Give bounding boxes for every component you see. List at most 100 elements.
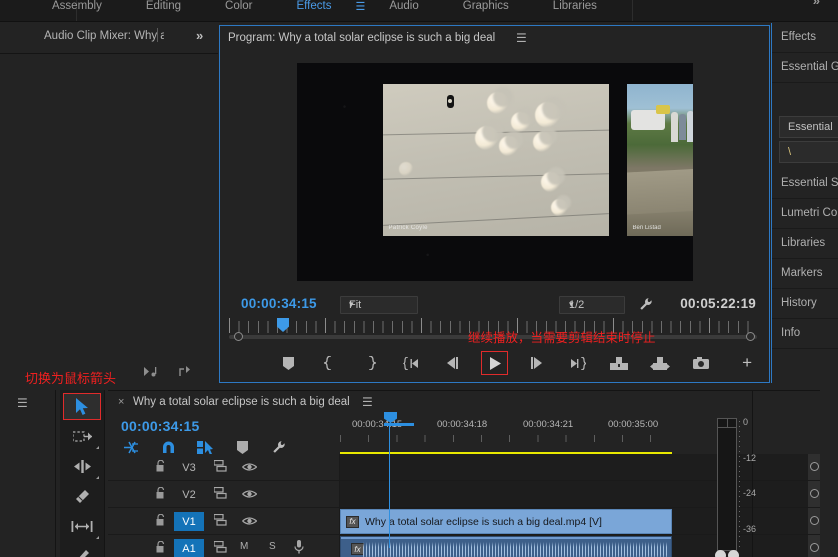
track-scroll-handle[interactable] (808, 508, 820, 534)
double-chevron-right-icon[interactable]: » (196, 28, 203, 43)
panel-tab-markers[interactable]: Markers (772, 259, 838, 289)
track-handle-dot[interactable] (810, 489, 819, 498)
lock-icon[interactable] (156, 460, 165, 472)
timeline-title[interactable]: Why a total solar eclipse is such a big … (133, 396, 350, 408)
track-name-label[interactable]: V1 (174, 512, 204, 531)
go-to-out-button[interactable] (566, 352, 590, 374)
linked-selection-icon[interactable] (197, 439, 213, 455)
track-header[interactable]: V1 (108, 508, 340, 534)
meter-channel-divider (727, 419, 728, 427)
razor-tool[interactable] (63, 483, 101, 510)
magnet-icon[interactable] (160, 439, 176, 455)
microphone-icon[interactable] (294, 540, 304, 554)
lock-icon[interactable] (156, 514, 165, 526)
hamburger-icon[interactable]: ☰ (362, 395, 373, 409)
duration-timecode[interactable]: 00:05:22:19 (680, 296, 756, 311)
track-scroll-handle[interactable] (808, 481, 820, 507)
track-name-label[interactable]: V2 (174, 485, 204, 504)
workspace-tab-audio[interactable]: Audio (367, 0, 440, 18)
export-frame-button[interactable] (689, 352, 713, 374)
hamburger-icon[interactable]: ☰ (516, 31, 527, 45)
selection-tool[interactable] (63, 393, 101, 420)
go-to-in-button[interactable] (399, 352, 423, 374)
panel-tab-essential-sound[interactable]: Essential S (772, 169, 838, 199)
step-forward-button[interactable] (525, 352, 549, 374)
sync-lock-icon[interactable] (214, 514, 229, 526)
panel-tab-effects[interactable]: Effects (772, 23, 838, 53)
playback-resolution-select[interactable]: 1/2 ▾ (559, 296, 625, 314)
track-header[interactable]: V2 (108, 481, 340, 507)
add-marker-button[interactable] (276, 352, 300, 374)
wrench-icon[interactable] (271, 439, 287, 455)
workspace-tab-libraries[interactable]: Libraries (531, 0, 619, 18)
audio-meter-channels[interactable] (717, 418, 737, 551)
lift-button[interactable] (607, 352, 631, 374)
eye-icon[interactable] (242, 462, 257, 472)
slip-tool[interactable] (63, 513, 101, 540)
solo-track-button[interactable]: S (269, 541, 276, 552)
lock-icon[interactable] (156, 487, 165, 499)
sync-lock-icon[interactable] (214, 487, 229, 499)
close-icon[interactable]: × (118, 396, 124, 408)
mark-out-button[interactable] (358, 352, 382, 374)
track-name-label[interactable]: A1 (174, 539, 204, 557)
essential-browse-tab[interactable]: Essential (779, 116, 838, 138)
play-audio-icon[interactable] (144, 366, 157, 377)
zoom-level-select[interactable]: Fit ▾ (340, 296, 418, 314)
search-input[interactable]: \ (779, 141, 838, 163)
lock-icon[interactable] (156, 541, 165, 553)
scrub-handle-left[interactable] (234, 332, 243, 341)
step-back-button[interactable] (440, 352, 464, 374)
track-scroll-handle[interactable] (808, 454, 820, 480)
ripple-edit-tool[interactable] (63, 453, 101, 480)
track-header[interactable]: A1 M S (108, 535, 340, 557)
track-select-forward-tool[interactable] (63, 423, 101, 450)
double-chevron-right-icon[interactable]: » (813, 0, 820, 8)
current-timecode[interactable]: 00:00:34:15 (241, 296, 317, 311)
scrub-handle-right[interactable] (746, 332, 755, 341)
pen-tool[interactable] (63, 543, 101, 557)
eye-icon[interactable] (242, 489, 257, 499)
search-input-value: \ (788, 146, 791, 158)
meter-scale-ticks (739, 421, 740, 551)
marker-icon[interactable] (234, 439, 250, 455)
track-scroll-handle[interactable] (808, 535, 820, 557)
hamburger-icon[interactable]: ☰ (353, 0, 367, 13)
workspace-tab-graphics[interactable]: Graphics (441, 0, 531, 18)
workspace-tab-editing[interactable]: Editing (124, 0, 203, 18)
track-name-label[interactable]: V3 (174, 458, 204, 477)
track-header[interactable]: V3 (108, 454, 340, 480)
premiere-pro-window: Assembly Editing Color Effects ☰ Audio G… (0, 0, 838, 557)
button-editor-icon[interactable]: + (742, 353, 752, 373)
program-monitor-stage[interactable]: Patrick Coyle Ben Listad (220, 52, 769, 292)
extract-button[interactable] (648, 352, 672, 374)
track-handle-dot[interactable] (810, 462, 819, 471)
panel-tab-libraries[interactable]: Libraries (772, 229, 838, 259)
play-stop-button[interactable] (481, 351, 508, 375)
workspace-tab-assembly[interactable]: Assembly (30, 0, 124, 18)
meter-knob-right[interactable] (728, 550, 739, 557)
workspace-tab-color[interactable]: Color (203, 0, 274, 18)
pinhole-object (447, 95, 454, 108)
panel-tab-lumetri-color[interactable]: Lumetri Co (772, 199, 838, 229)
panel-tab-history[interactable]: History (772, 289, 838, 319)
workspace-tab-bar: Assembly Editing Color Effects ☰ Audio G… (0, 0, 838, 22)
workspace-tab-effects[interactable]: Effects (275, 0, 354, 18)
hamburger-icon[interactable]: ☰ (17, 396, 28, 410)
tab-audio-clip-mixer[interactable]: Audio Clip Mixer: Why a t (44, 30, 164, 42)
export-icon[interactable] (179, 366, 192, 377)
timeline-playhead-timecode[interactable]: 00:00:34:15 (121, 418, 199, 434)
mute-track-button[interactable]: M (240, 541, 248, 552)
meter-knob-left[interactable] (715, 550, 726, 557)
wrench-icon[interactable] (639, 297, 653, 311)
track-handle-dot[interactable] (810, 516, 819, 525)
insert-overwrite-icon[interactable] (123, 439, 139, 455)
track-handle-dot[interactable] (810, 543, 819, 552)
program-monitor-title[interactable]: Program: Why a total solar eclipse is su… (228, 32, 495, 44)
panel-tab-essential-graphics[interactable]: Essential G (772, 53, 838, 83)
sync-lock-icon[interactable] (214, 541, 229, 553)
sync-lock-icon[interactable] (214, 460, 229, 472)
panel-tab-info[interactable]: Info (772, 319, 838, 349)
mark-in-button[interactable] (317, 352, 341, 374)
eye-icon[interactable] (242, 516, 257, 526)
